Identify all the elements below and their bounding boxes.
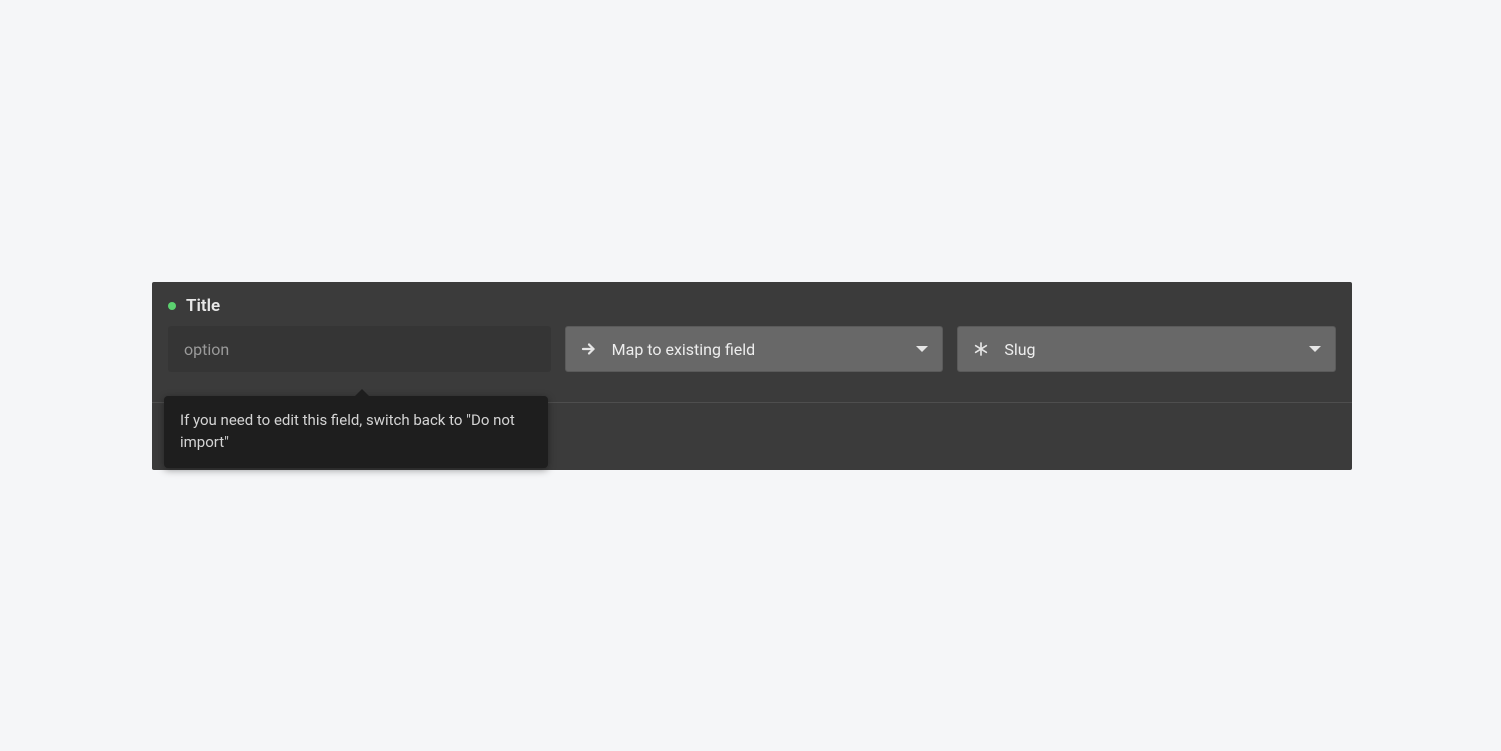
panel-header: Title bbox=[152, 282, 1352, 326]
tooltip-text: If you need to edit this field, switch b… bbox=[180, 411, 515, 451]
slug-select-label: Slug bbox=[1004, 340, 1295, 359]
option-input-value: option bbox=[184, 340, 229, 359]
slug-select[interactable]: Slug bbox=[957, 326, 1336, 372]
chevron-down-icon bbox=[1309, 346, 1321, 352]
chevron-down-icon bbox=[916, 346, 928, 352]
asterisk-icon bbox=[972, 340, 990, 358]
map-to-existing-select[interactable]: Map to existing field bbox=[565, 326, 944, 372]
panel-title: Title bbox=[186, 296, 220, 316]
option-input[interactable]: option bbox=[168, 326, 551, 372]
map-select-label: Map to existing field bbox=[612, 340, 903, 359]
option-input-tooltip: If you need to edit this field, switch b… bbox=[164, 396, 548, 468]
status-dot-icon bbox=[168, 302, 176, 310]
field-row: option Map to existing field Slug bbox=[152, 326, 1352, 372]
arrow-right-icon bbox=[580, 340, 598, 358]
